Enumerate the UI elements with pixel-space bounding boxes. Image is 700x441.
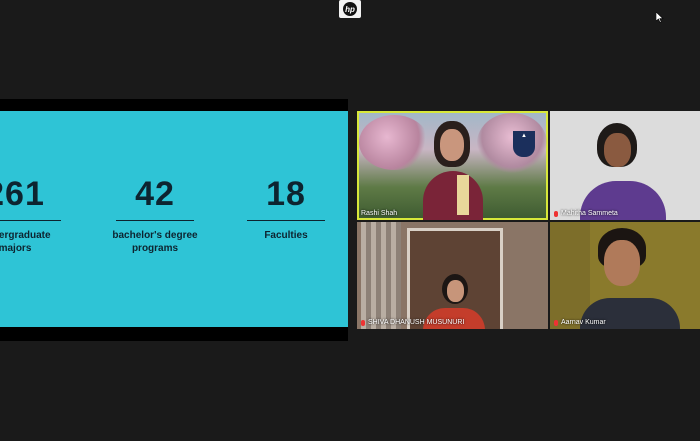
blossom-tree xyxy=(477,113,547,173)
participant-name-label: Rashi Shah xyxy=(361,210,397,217)
ubc-crest-icon: ▲ xyxy=(513,131,535,157)
participant-name: SHIVA DHANUSH MUSUNURI xyxy=(368,319,465,326)
stat-label-line: bachelor's degree xyxy=(112,230,198,241)
blossom-tree xyxy=(359,115,429,170)
curtain xyxy=(361,222,401,329)
person-face xyxy=(604,240,640,286)
person-face xyxy=(440,129,464,161)
stat-label-line: Faculties xyxy=(264,230,308,241)
stat-divider xyxy=(116,220,194,221)
person-face xyxy=(447,280,464,302)
stat-label: Undergraduate majors xyxy=(0,229,70,255)
stat-label-line: Undergraduate xyxy=(0,230,51,241)
stat-label-line: majors xyxy=(0,243,32,254)
stat-number: 18 xyxy=(266,175,306,213)
person-face xyxy=(604,133,631,167)
stat-divider xyxy=(247,220,325,221)
participant-name-label: Mahitha Sammeta xyxy=(554,210,618,217)
stat-programs: 42 bachelor's degree programs xyxy=(105,175,205,255)
participant-name: Mahitha Sammeta xyxy=(561,210,618,217)
video-tile-mahitha-sammeta[interactable]: Mahitha Sammeta xyxy=(550,111,700,220)
muted-mic-icon xyxy=(554,210,558,217)
video-tile-rashi-shah[interactable]: ▲ Rashi Shah xyxy=(357,111,548,220)
presentation-slide: 261 Undergraduate majors 42 bachelor's d… xyxy=(0,111,348,327)
video-tile-aarnav-kumar[interactable]: Aarnav Kumar xyxy=(550,222,700,329)
video-tile-shiva-dhanush-musunuri[interactable]: SHIVA DHANUSH MUSUNURI xyxy=(357,222,548,329)
person-body xyxy=(423,171,483,220)
muted-mic-icon xyxy=(554,319,558,326)
stat-faculties: 18 Faculties xyxy=(246,175,326,242)
participant-name: Rashi Shah xyxy=(361,210,398,217)
mouse-cursor-icon xyxy=(656,12,664,23)
stat-label: bachelor's degree programs xyxy=(105,229,205,255)
stat-majors: 261 Undergraduate majors xyxy=(0,175,70,255)
stat-label-line: programs xyxy=(131,243,179,254)
hp-logo-text: hp xyxy=(343,2,357,16)
stat-number: 42 xyxy=(135,175,175,213)
participant-name-label: SHIVA DHANUSH MUSUNURI xyxy=(361,319,464,326)
hp-logo: hp xyxy=(339,0,361,18)
participant-name-label: Aarnav Kumar xyxy=(554,319,606,326)
shared-screen[interactable]: 261 Undergraduate majors 42 bachelor's d… xyxy=(0,99,348,341)
scarf xyxy=(457,175,469,215)
muted-mic-icon xyxy=(361,319,365,326)
participant-name: Aarnav Kumar xyxy=(561,319,606,326)
stat-label: Faculties xyxy=(246,229,326,242)
stat-number: 261 xyxy=(0,175,45,213)
stat-divider xyxy=(0,220,61,221)
